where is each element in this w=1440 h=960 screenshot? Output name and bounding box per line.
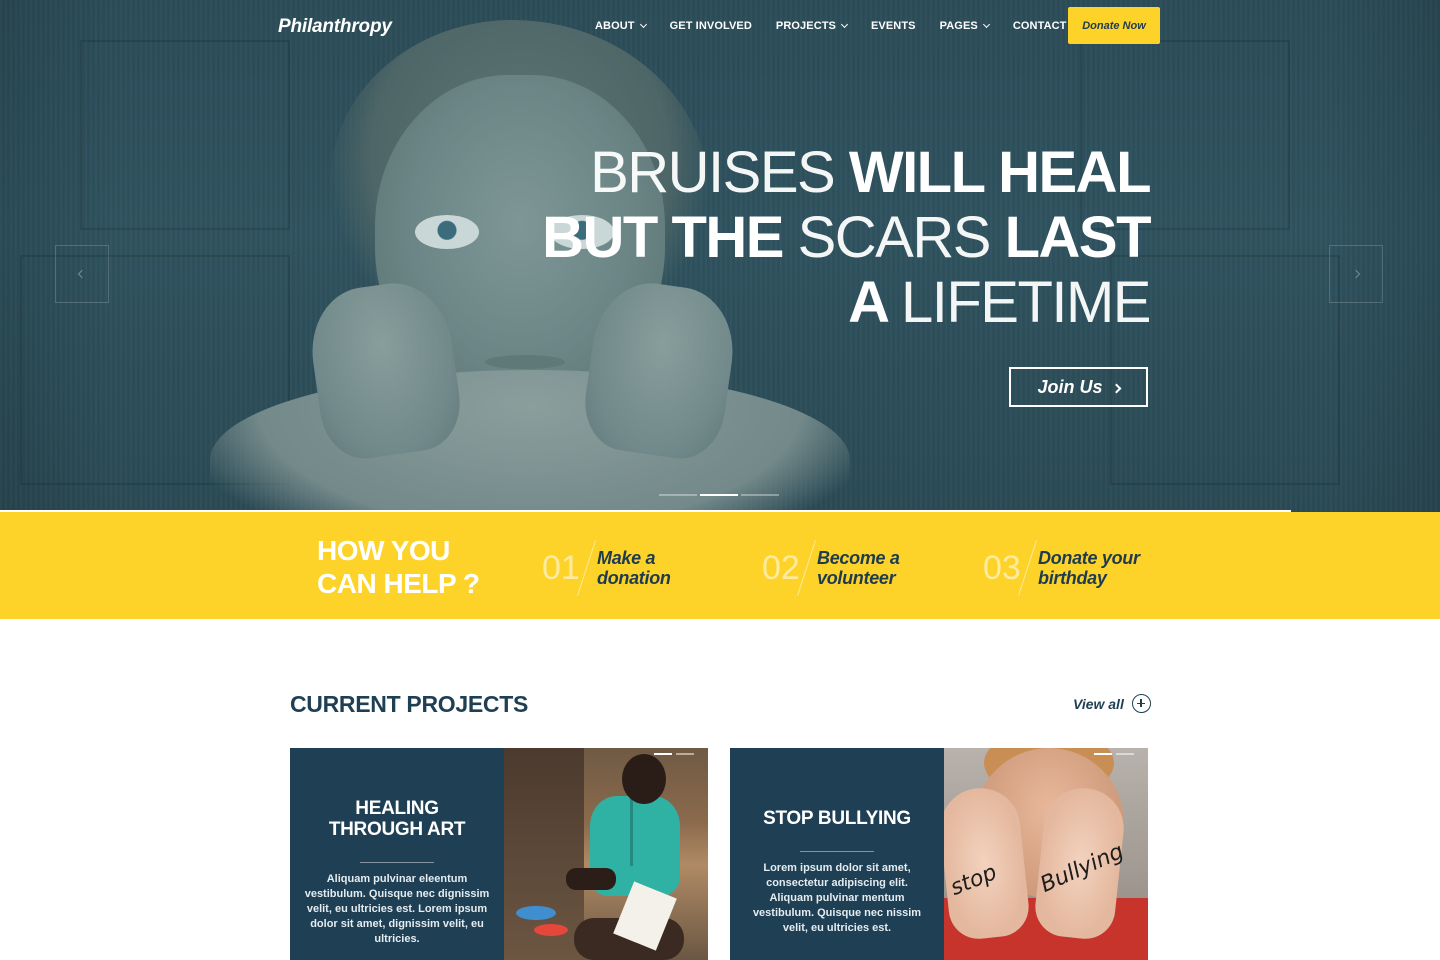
help-item-text: Become a volunteer [817,548,900,588]
project-card-stop-bullying[interactable]: STOP BULLYING Lorem ipsum dolor sit amet… [730,748,1148,960]
help-item-line: Become a [817,548,900,568]
view-all-label: View all [1073,695,1124,712]
project-card-title: STOP BULLYING [730,808,944,829]
card-slider-dots [1094,753,1134,755]
project-card-info: STOP BULLYING Lorem ipsum dolor sit amet… [730,748,944,960]
chevron-down-icon [840,20,849,29]
join-us-button[interactable]: Join Us [1009,367,1148,407]
donate-now-button[interactable]: Donate Now [1068,7,1160,44]
project-card-photo [504,748,708,960]
slider-dot-1[interactable] [659,494,697,496]
nav-item-pages[interactable]: PAGES [939,20,990,32]
help-item-text: Donate your birthday [1038,548,1140,588]
help-item-donation[interactable]: 01 Make a donation [542,540,671,596]
how-you-can-help-band: HOW YOU CAN HELP ? 01 Make a donation 02 … [0,512,1440,619]
project-title-line: HEALING [355,798,439,819]
help-item-line: volunteer [817,568,896,588]
help-item-line: donation [597,568,671,588]
project-card-title: HEALING THROUGH ART [290,798,504,840]
hero-headline: BRUISES WILL HEAL BUT THE SCARS LAST A L… [430,140,1152,335]
help-item-line: Donate your [1038,548,1140,568]
headline-word: SCARS [797,205,992,270]
project-card-divider [800,851,874,852]
headline-word: LIFETIME [900,270,1152,335]
help-title-line: HOW YOU [317,535,450,566]
slider-dot-2[interactable] [700,494,738,496]
chevron-down-icon [982,20,990,29]
nav-item-events[interactable]: EVENTS [871,20,916,32]
nav-item-label: ABOUT [595,20,635,32]
chevron-right-icon [1351,269,1361,279]
nav-item-label: CONTACT [1012,20,1067,32]
slider-pagination [659,494,779,496]
slider-next-button[interactable] [1329,245,1383,303]
project-title-line: THROUGH ART [328,819,466,840]
nav-item-get-involved[interactable]: GET INVOLVED [670,20,752,32]
help-item-line: birthday [1038,568,1107,588]
project-title-line: STOP BULLYING [763,808,911,829]
nav-item-label: PAGES [939,20,978,32]
project-card-description: Aliquam pulvinar eleentum vestibulum. Qu… [304,873,490,945]
nav-item-label: GET INVOLVED [669,20,752,32]
help-item-number: 03 [983,548,1021,587]
chevron-right-icon [1111,383,1121,393]
photo-child-arm [566,868,616,890]
top-navigation: Philanthropy ABOUT GET INVOLVED PROJECTS… [0,0,1440,56]
help-item-number: 02 [762,548,800,587]
project-card-description: Lorem ipsum dolor sit amet, consectetur … [752,862,922,934]
main-menu: ABOUT GET INVOLVED PROJECTS EVENTS PAGES… [595,20,1090,32]
help-item-birthday[interactable]: 03 Donate your birthday [983,540,1140,596]
nav-item-label: PROJECTS [775,20,836,32]
headline-word: BRUISES [590,140,836,205]
photo-plate [516,906,556,920]
join-us-label: Join Us [1037,376,1103,397]
help-title: HOW YOU CAN HELP ? [317,534,480,600]
headline-word: BUT THE [542,205,784,270]
site-logo[interactable]: Philanthropy [278,16,392,38]
nav-item-projects[interactable]: PROJECTS [775,20,849,32]
card-slider-dots [654,753,694,755]
project-card-divider [360,862,434,863]
help-item-number: 01 [542,548,580,587]
headline-word: LAST [1004,205,1152,270]
project-card-healing-through-art[interactable]: HEALING THROUGH ART Aliquam pulvinar ele… [290,748,708,960]
current-projects-title: CURRENT PROJECTS [290,691,529,717]
help-item-text: Make a donation [597,548,671,588]
slider-dot-3[interactable] [741,494,779,496]
photo-bowl [534,924,568,936]
nav-item-label: EVENTS [871,20,916,32]
child-mouth [485,355,565,369]
nav-item-about[interactable]: ABOUT [595,20,647,32]
headline-word: WILL HEAL [848,140,1152,205]
headline-word: A [848,270,888,335]
help-title-line: CAN HELP ? [317,568,480,599]
card-slider-dot[interactable] [1094,753,1112,755]
slider-prev-button[interactable] [55,245,109,303]
chevron-left-icon [77,269,87,279]
help-item-volunteer[interactable]: 02 Become a volunteer [762,540,900,596]
plus-circle-icon [1131,694,1151,713]
photo-child-head [622,754,666,804]
child-sweater [210,370,850,512]
card-slider-dot[interactable] [676,753,694,755]
nav-item-contact[interactable]: CONTACT [1013,20,1067,32]
chevron-down-icon [639,20,647,29]
project-card-info: HEALING THROUGH ART Aliquam pulvinar ele… [290,748,504,960]
card-slider-dot[interactable] [654,753,672,755]
project-card-photo: stop Bullying [944,748,1148,960]
help-item-line: Make a [597,548,656,568]
card-slider-dot[interactable] [1116,753,1134,755]
view-all-link[interactable]: View all [1073,694,1151,713]
hero-slider: Philanthropy ABOUT GET INVOLVED PROJECTS… [0,0,1440,512]
